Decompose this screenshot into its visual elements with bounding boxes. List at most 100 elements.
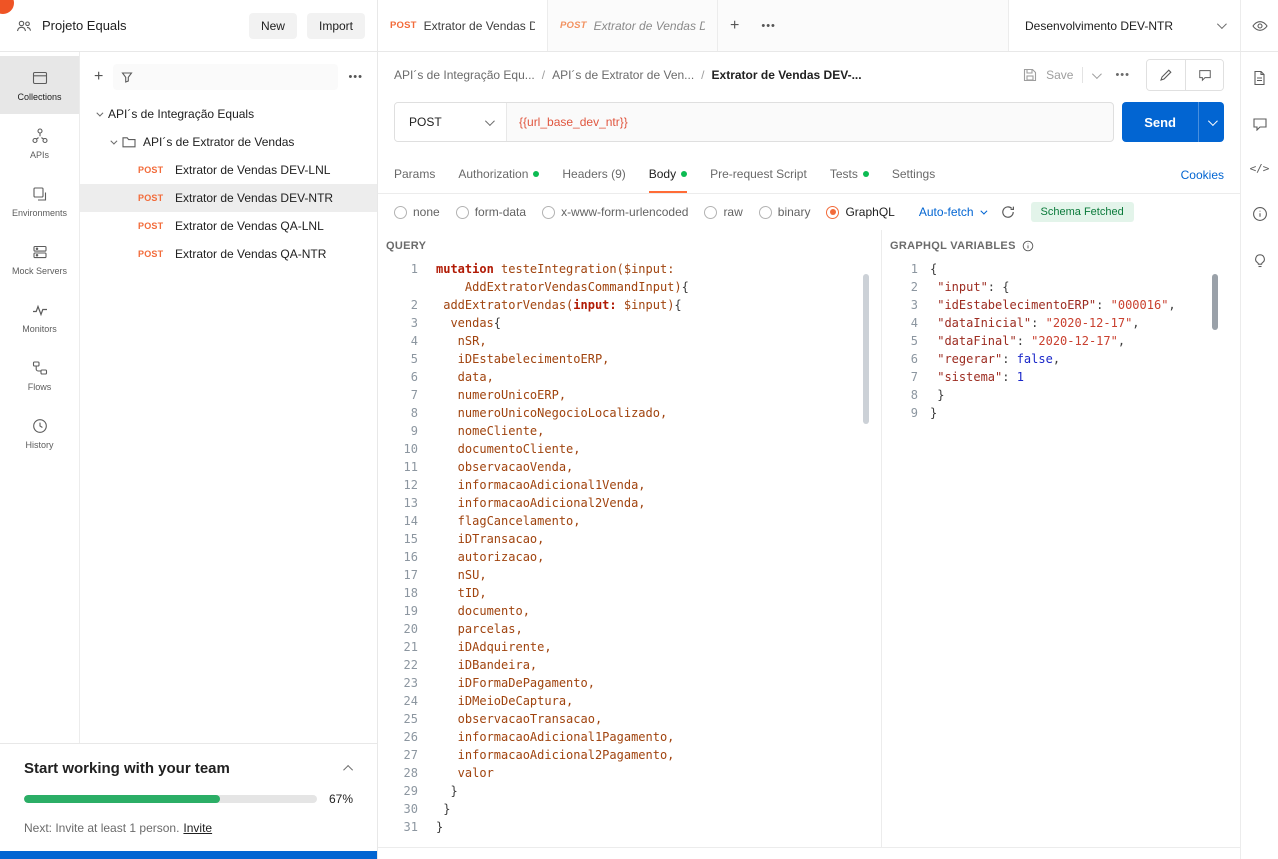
request-item-qa-ntr[interactable]: POST Extrator de Vendas QA-NTR (80, 240, 377, 268)
sidebar-item-collections[interactable]: Collections (0, 56, 79, 114)
eye-icon[interactable] (1251, 18, 1268, 34)
code-line: 5 iDEstabelecimentoERP, (378, 350, 881, 368)
collections-tree: API´s de Integração Equals API´s de Extr… (80, 100, 377, 268)
line-number: 18 (403, 586, 418, 600)
tab-label: Tests (829, 166, 858, 181)
breadcrumb-separator: / (541, 68, 546, 82)
postman-app: Projeto Equals New Import POST Extrator … (0, 0, 1278, 859)
workspace-name[interactable]: Projeto Equals (42, 18, 127, 33)
request-item-dev-ntr[interactable]: POST Extrator de Vendas DEV-NTR (80, 184, 377, 212)
query-editor[interactable]: QUERY 1 mutation testeIntegration($input:… (378, 230, 882, 847)
body-type-urlencoded[interactable]: x-www-form-urlencoded (542, 205, 688, 219)
info-icon[interactable] (1252, 206, 1268, 222)
add-collection-button[interactable]: + (94, 68, 103, 86)
sidebar-item-history[interactable]: History (0, 404, 79, 462)
code-line: AddExtratorVendasCommandInput){ (378, 278, 881, 296)
sidebar-item-environments[interactable]: Environments (0, 172, 79, 230)
line-number: 3 (910, 298, 918, 312)
lightbulb-icon[interactable] (1252, 253, 1268, 269)
rail-label: Collections (17, 91, 62, 102)
chevron-down-icon (1207, 115, 1218, 126)
code-line: 15 iDTransacao, (378, 530, 881, 548)
documentation-icon[interactable] (1252, 70, 1267, 86)
refresh-schema-icon[interactable] (1001, 205, 1015, 219)
new-button[interactable]: New (248, 12, 297, 39)
filter-input[interactable] (113, 64, 339, 90)
tab-headers[interactable]: Headers (9) (562, 156, 625, 193)
comment-icon[interactable] (1252, 117, 1268, 131)
tab-tests[interactable]: Tests (830, 156, 869, 193)
comments-button[interactable] (1185, 60, 1223, 90)
environment-selector[interactable]: Desenvolvimento DEV-NTR (1008, 0, 1240, 51)
method-selector[interactable]: POST (395, 103, 507, 141)
send-options-button[interactable] (1198, 102, 1224, 142)
tab-header: POST Extrator de Vendas DEV POST Extrato… (378, 0, 1278, 51)
sidebar-item-flows[interactable]: Flows (0, 346, 79, 404)
code-line: 2 addExtratorVendas(input: $input){ (378, 296, 881, 314)
variables-editor[interactable]: GRAPHQL VARIABLES 1{2 "input": {3 "idEstab… (882, 230, 1240, 847)
auto-fetch-dropdown[interactable]: Auto-fetch (918, 205, 987, 219)
code-line: 9 nomeCliente, (378, 422, 881, 440)
request-name: Extrator de Vendas QA-LNL (175, 219, 324, 233)
query-header-label: QUERY (386, 240, 427, 252)
new-tab-button[interactable]: + (718, 0, 751, 51)
body-type-raw[interactable]: raw (704, 205, 743, 219)
open-tab-2[interactable]: POST Extrator de Vendas DEV (548, 0, 718, 51)
radio-icon (704, 205, 718, 219)
breadcrumb-collection[interactable]: API´s de Integração Equ... (394, 68, 535, 82)
chevron-down-icon (979, 207, 987, 215)
tab-authorization[interactable]: Authorization (458, 156, 540, 193)
tab-settings[interactable]: Settings (892, 156, 935, 193)
green-dot-icon (533, 170, 540, 177)
auto-fetch-label: Auto-fetch (918, 205, 974, 219)
line-number: 31 (403, 820, 418, 834)
variables-scrollbar[interactable] (1212, 274, 1218, 330)
line-number: 5 (910, 334, 918, 348)
import-button[interactable]: Import (306, 12, 365, 39)
sidebar-item-apis[interactable]: APIs (0, 114, 79, 172)
edit-description-button[interactable] (1147, 60, 1185, 90)
monitors-icon (31, 301, 49, 319)
code-line: 13 informacaoAdicional2Venda, (378, 494, 881, 512)
line-number: 8 (910, 388, 918, 402)
url-input[interactable]: {{url_base_dev_ntr}} (507, 103, 1113, 141)
method-badge: POST (138, 221, 164, 231)
save-button[interactable]: Save (1046, 68, 1073, 82)
request-item-qa-lnl[interactable]: POST Extrator de Vendas QA-LNL (80, 212, 377, 240)
request-more-actions-button[interactable]: ••• (1115, 69, 1130, 81)
apis-icon (31, 127, 49, 145)
line-number: 9 (910, 406, 918, 420)
folder-name: API´s de Extrator de Vendas (143, 135, 295, 149)
open-tab-1[interactable]: POST Extrator de Vendas DEV (378, 0, 548, 51)
body-type-graphql[interactable]: GraphQL (826, 205, 895, 219)
sidebar-item-monitors[interactable]: Monitors (0, 288, 79, 346)
collapse-card-icon[interactable] (343, 764, 354, 775)
collection-root[interactable]: API´s de Integração Equals (80, 100, 377, 128)
body-type-none[interactable]: none (394, 205, 440, 219)
invite-link[interactable]: Invite (183, 821, 212, 835)
line-number: 1 (410, 262, 418, 276)
tab-body[interactable]: Body (648, 156, 688, 193)
cookies-link[interactable]: Cookies (1181, 168, 1224, 182)
option-label: GraphQL (845, 205, 895, 219)
tab-params[interactable]: Params (394, 156, 435, 193)
breadcrumb-folder[interactable]: API´s de Extrator de Ven... (552, 68, 694, 82)
response-section-divider[interactable] (378, 847, 1240, 859)
body-type-form-data[interactable]: form-data (455, 205, 526, 219)
query-scrollbar[interactable] (863, 274, 869, 424)
tab-pre-request-script[interactable]: Pre-request Script (710, 156, 807, 193)
code-snippet-icon[interactable]: </> (1250, 162, 1270, 175)
save-options-chevron-icon[interactable] (1092, 68, 1103, 79)
sidebar-more-button[interactable]: ••• (348, 71, 363, 83)
body-type-binary[interactable]: binary (758, 205, 810, 219)
tab-label: Body (648, 166, 677, 181)
code-line: 8 numeroUnicoNegocioLocalizado, (378, 404, 881, 422)
sidebar-item-mock-servers[interactable]: Mock Servers (0, 230, 79, 288)
request-side-actions (1146, 59, 1224, 91)
send-button[interactable]: Send (1122, 102, 1198, 142)
breadcrumb-request[interactable]: Extrator de Vendas DEV-... (712, 68, 862, 82)
request-item-dev-lnl[interactable]: POST Extrator de Vendas DEV-LNL (80, 156, 377, 184)
tab-options-button[interactable]: ••• (751, 0, 786, 51)
collection-folder[interactable]: API´s de Extrator de Vendas (80, 128, 377, 156)
code-line: 10 documentoCliente, (378, 440, 881, 458)
